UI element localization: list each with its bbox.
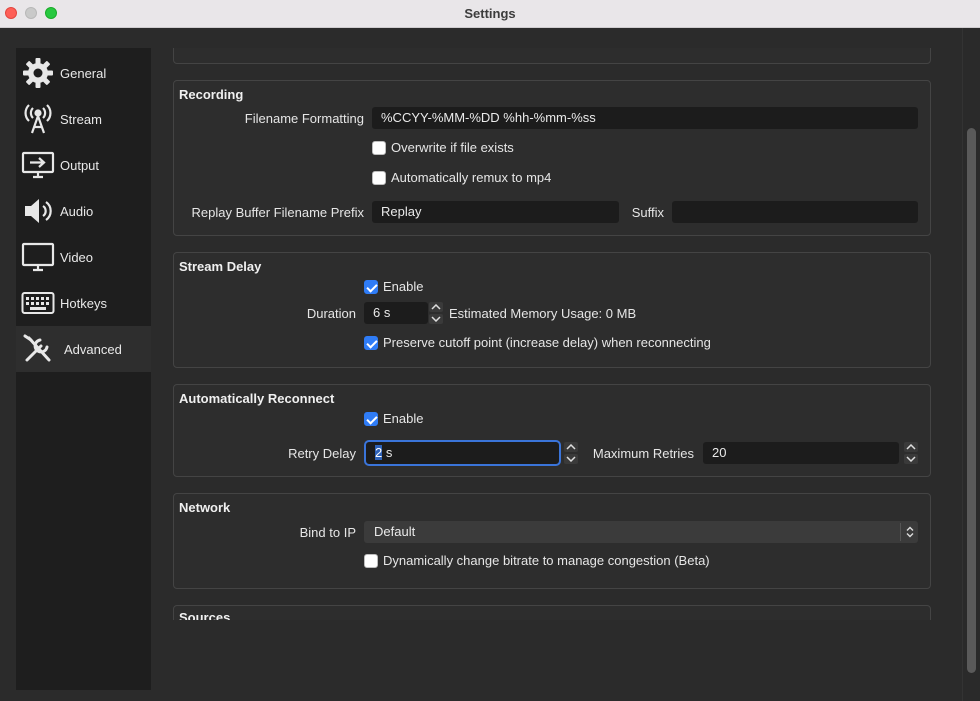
duration-increment-button[interactable] xyxy=(429,302,443,312)
sources-group-title: Sources xyxy=(179,610,231,620)
replay-prefix-label: Replay Buffer Filename Prefix xyxy=(191,205,364,220)
auto-reconnect-group: Automatically Reconnect Enable Retry Del… xyxy=(173,384,931,477)
sidebar-item-label: Hotkeys xyxy=(60,295,107,311)
sidebar-item-hotkeys[interactable]: Hotkeys xyxy=(16,280,151,326)
sidebar-item-general[interactable]: General xyxy=(16,50,151,96)
sidebar-item-stream[interactable]: Stream xyxy=(16,96,151,142)
keyboard-icon xyxy=(20,285,56,321)
speaker-icon xyxy=(20,193,56,229)
dynamic-bitrate-checkbox[interactable]: Dynamically change bitrate to manage con… xyxy=(364,553,710,568)
checkbox-box xyxy=(372,170,386,185)
auto-remux-label: Automatically remux to mp4 xyxy=(391,170,552,185)
content-scrollbar[interactable] xyxy=(962,28,980,701)
gear-icon xyxy=(20,55,56,91)
checkbox-box xyxy=(364,279,378,294)
filename-formatting-label: Filename Formatting xyxy=(244,111,364,126)
select-chevron-icon xyxy=(900,523,918,541)
sidebar-item-label: General xyxy=(60,65,107,81)
duration-input[interactable]: 6 s xyxy=(364,302,428,324)
sidebar-item-video[interactable]: Video xyxy=(16,234,151,280)
sidebar-item-label: Video xyxy=(60,249,94,265)
duration-decrement-button[interactable] xyxy=(429,314,443,324)
advanced-settings-content: Recording Filename Formatting %CCYY-%MM-… xyxy=(160,48,940,620)
max-retries-label: Maximum Retries xyxy=(592,446,694,461)
title-bar: Settings xyxy=(0,0,980,28)
duration-spinner xyxy=(429,302,443,324)
network-group: Network Bind to IP Default Dynamically c… xyxy=(173,493,931,589)
antenna-icon xyxy=(20,101,56,137)
auto-reconnect-group-title: Automatically Reconnect xyxy=(179,391,335,406)
auto-reconnect-enable-checkbox[interactable]: Enable xyxy=(364,411,423,426)
recording-group: Recording Filename Formatting %CCYY-%MM-… xyxy=(173,80,931,236)
settings-window: General Stream Output Audio Video Hotkey… xyxy=(0,28,980,701)
window-title: Settings xyxy=(464,6,516,21)
sidebar-item-label: Audio xyxy=(60,203,94,219)
dynamic-bitrate-label: Dynamically change bitrate to manage con… xyxy=(383,553,710,568)
suffix-input[interactable] xyxy=(672,201,918,223)
retry-delay-increment-button[interactable] xyxy=(564,442,578,452)
sidebar-item-label: Advanced xyxy=(64,341,122,357)
retry-delay-unit: s xyxy=(382,445,393,460)
recording-group-title: Recording xyxy=(179,87,244,102)
stream-delay-group-title: Stream Delay xyxy=(179,259,262,274)
max-retries-increment-button[interactable] xyxy=(904,442,918,452)
sidebar-item-output[interactable]: Output xyxy=(16,142,151,188)
tools-icon xyxy=(20,331,56,367)
duration-label: Duration xyxy=(306,306,356,321)
max-retries-spinner xyxy=(904,442,918,464)
checkbox-box xyxy=(364,335,378,350)
max-retries-input[interactable]: 20 xyxy=(703,442,899,464)
overwrite-file-label: Overwrite if file exists xyxy=(391,140,514,155)
auto-reconnect-enable-label: Enable xyxy=(383,411,424,426)
checkbox-box xyxy=(372,140,386,155)
retry-delay-decrement-button[interactable] xyxy=(564,454,578,464)
preserve-cutoff-label: Preserve cutoff point (increase delay) w… xyxy=(383,335,711,350)
preserve-cutoff-checkbox[interactable]: Preserve cutoff point (increase delay) w… xyxy=(364,335,711,350)
sidebar-item-advanced[interactable]: Advanced xyxy=(16,326,151,372)
replay-prefix-input[interactable]: Replay xyxy=(372,201,619,223)
checkbox-box xyxy=(364,411,378,426)
retry-delay-spinner xyxy=(564,442,578,464)
checkbox-box xyxy=(364,553,378,568)
scrollbar-thumb[interactable] xyxy=(967,128,976,673)
monitor-icon xyxy=(20,239,56,275)
retry-delay-label: Retry Delay xyxy=(288,446,356,461)
stream-delay-group: Stream Delay Enable Duration 6 s Estimat… xyxy=(173,252,931,368)
sources-group: Sources xyxy=(173,605,931,620)
bind-to-ip-value: Default xyxy=(374,524,416,539)
bind-to-ip-select[interactable]: Default xyxy=(364,521,918,543)
previous-group-bottom xyxy=(173,48,931,64)
suffix-label: Suffix xyxy=(631,205,664,220)
stream-delay-enable-checkbox[interactable]: Enable xyxy=(364,279,423,294)
stream-delay-enable-label: Enable xyxy=(383,279,424,294)
filename-formatting-input[interactable]: %CCYY-%MM-%DD %hh-%mm-%ss xyxy=(372,107,918,129)
sidebar-item-label: Stream xyxy=(60,111,102,127)
memory-usage-label: Estimated Memory Usage: 0 MB xyxy=(449,306,637,321)
overwrite-file-checkbox[interactable]: Overwrite if file exists xyxy=(372,140,514,155)
settings-sidebar: General Stream Output Audio Video Hotkey… xyxy=(16,48,151,690)
network-group-title: Network xyxy=(179,500,231,515)
retry-delay-input[interactable]: 2 s xyxy=(364,440,561,466)
sidebar-item-label: Output xyxy=(60,157,100,173)
bind-to-ip-label: Bind to IP xyxy=(299,525,356,540)
auto-remux-checkbox[interactable]: Automatically remux to mp4 xyxy=(372,170,551,185)
sidebar-item-audio[interactable]: Audio xyxy=(16,188,151,234)
max-retries-decrement-button[interactable] xyxy=(904,454,918,464)
output-icon xyxy=(20,147,56,183)
